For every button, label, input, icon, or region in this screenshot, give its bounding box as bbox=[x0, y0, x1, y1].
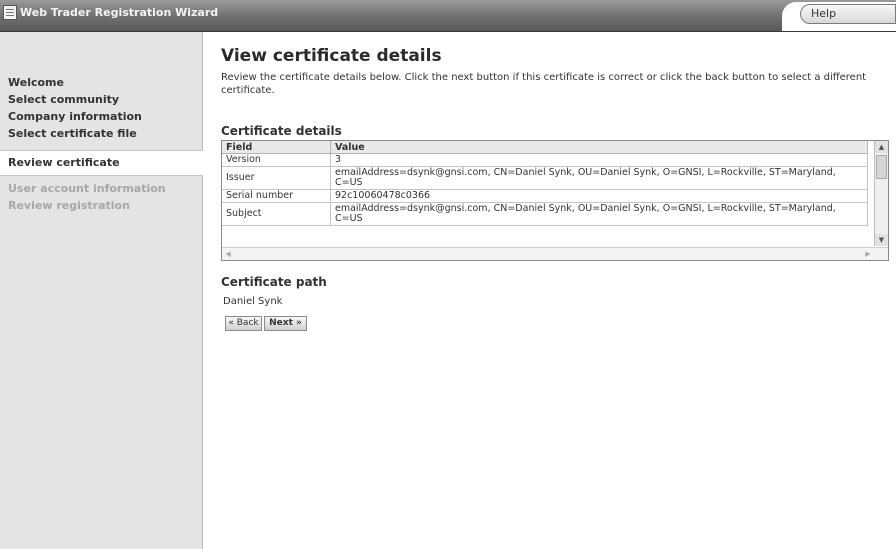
field-cell: Subject bbox=[222, 202, 331, 226]
wizard-sidebar: Welcome Select community Company informa… bbox=[0, 32, 203, 549]
certificate-table: Field Value Version 3 Issuer emailAddres… bbox=[222, 141, 868, 226]
step-select-certificate-file[interactable]: Select certificate file bbox=[0, 125, 203, 142]
field-cell: Issuer bbox=[222, 166, 331, 190]
field-cell: Version bbox=[222, 153, 331, 167]
step-select-community[interactable]: Select community bbox=[0, 91, 203, 108]
table-header-row: Field Value bbox=[222, 141, 868, 154]
value-cell: emailAddress=dsynk@gnsi.com, CN=Daniel S… bbox=[330, 202, 868, 226]
scroll-up-arrow-icon[interactable]: ▲ bbox=[875, 141, 888, 153]
step-review-certificate: Review certificate bbox=[0, 150, 203, 176]
table-row[interactable]: Version 3 bbox=[222, 153, 868, 167]
help-button[interactable]: Help bbox=[800, 4, 896, 24]
page-title: View certificate details bbox=[221, 46, 442, 66]
value-cell: emailAddress=dsynk@gnsi.com, CN=Daniel S… bbox=[330, 166, 868, 190]
certificate-details-grid[interactable]: Field Value Version 3 Issuer emailAddres… bbox=[221, 140, 889, 261]
wizard-steps: Welcome Select community Company informa… bbox=[0, 74, 203, 214]
certificate-path-value: Daniel Synk bbox=[223, 296, 283, 307]
back-button[interactable]: « Back bbox=[225, 316, 262, 331]
table-row[interactable]: Issuer emailAddress=dsynk@gnsi.com, CN=D… bbox=[222, 166, 868, 190]
step-welcome[interactable]: Welcome bbox=[0, 74, 203, 91]
value-cell: 3 bbox=[330, 153, 868, 167]
horizontal-scrollbar[interactable]: ◀ ▶ bbox=[222, 247, 888, 260]
table-row[interactable]: Subject emailAddress=dsynk@gnsi.com, CN=… bbox=[222, 202, 868, 226]
column-header-field: Field bbox=[222, 141, 331, 154]
next-button[interactable]: Next » bbox=[264, 316, 307, 331]
scroll-right-arrow-icon[interactable]: ▶ bbox=[862, 248, 874, 260]
window-icon bbox=[3, 5, 17, 20]
intro-text: Review the certificate details below. Cl… bbox=[221, 72, 867, 96]
table-row[interactable]: Serial number 92c10060478c0366 bbox=[222, 189, 868, 203]
certificate-details-heading: Certificate details bbox=[221, 124, 342, 138]
step-company-information[interactable]: Company information bbox=[0, 108, 203, 125]
title-bar: Web Trader Registration Wizard Help bbox=[0, 0, 896, 32]
value-cell: 92c10060478c0366 bbox=[330, 189, 868, 203]
scroll-down-arrow-icon[interactable]: ▼ bbox=[875, 234, 888, 246]
scroll-left-arrow-icon[interactable]: ◀ bbox=[222, 248, 234, 260]
scroll-thumb[interactable] bbox=[876, 155, 887, 179]
column-header-value: Value bbox=[330, 141, 868, 154]
step-user-account-information: User account information bbox=[8, 182, 166, 195]
certificate-path-heading: Certificate path bbox=[221, 275, 327, 289]
field-cell: Serial number bbox=[222, 189, 331, 203]
window-title: Web Trader Registration Wizard bbox=[20, 6, 219, 19]
step-review-registration: Review registration bbox=[8, 199, 130, 212]
vertical-scrollbar[interactable]: ▲ ▼ bbox=[874, 141, 888, 246]
